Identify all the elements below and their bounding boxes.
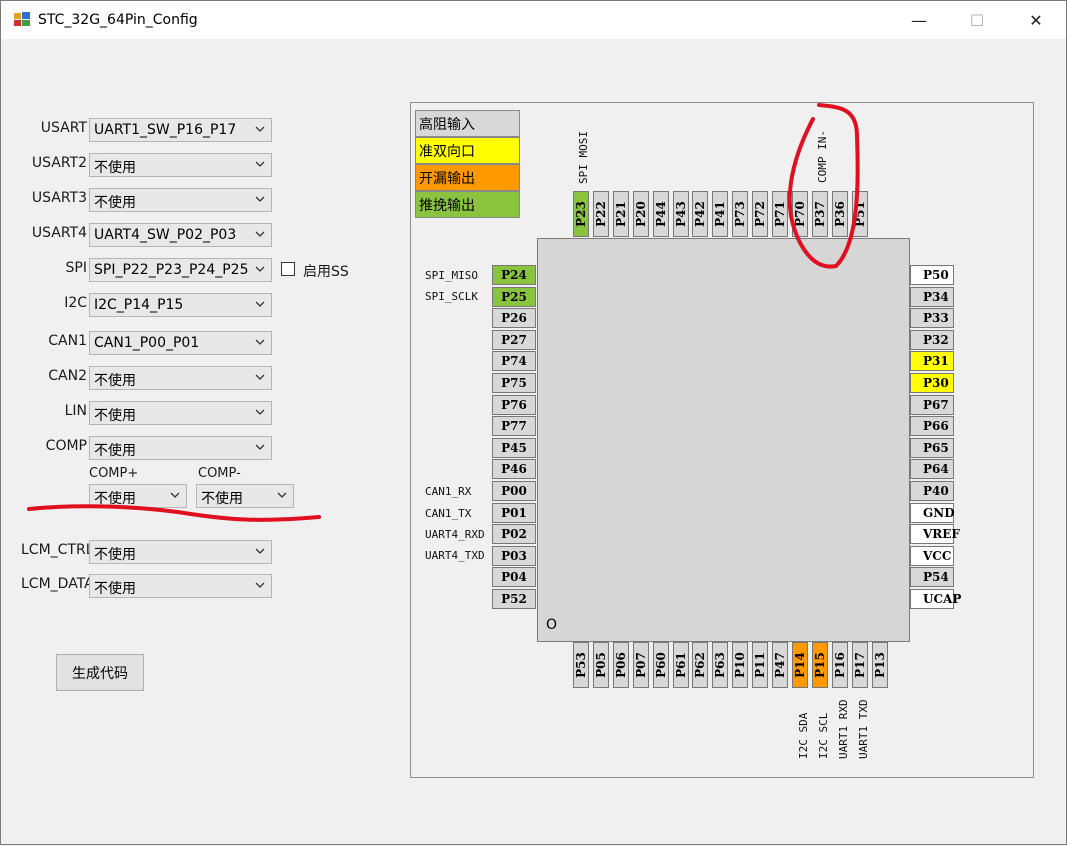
app-window: STC_32G_64Pin_Config — ☐ ✕ USART UART1_S… xyxy=(0,0,1067,845)
annotation-layer xyxy=(27,103,860,522)
annotation-underline xyxy=(27,504,321,522)
annotation-circle xyxy=(787,103,860,269)
